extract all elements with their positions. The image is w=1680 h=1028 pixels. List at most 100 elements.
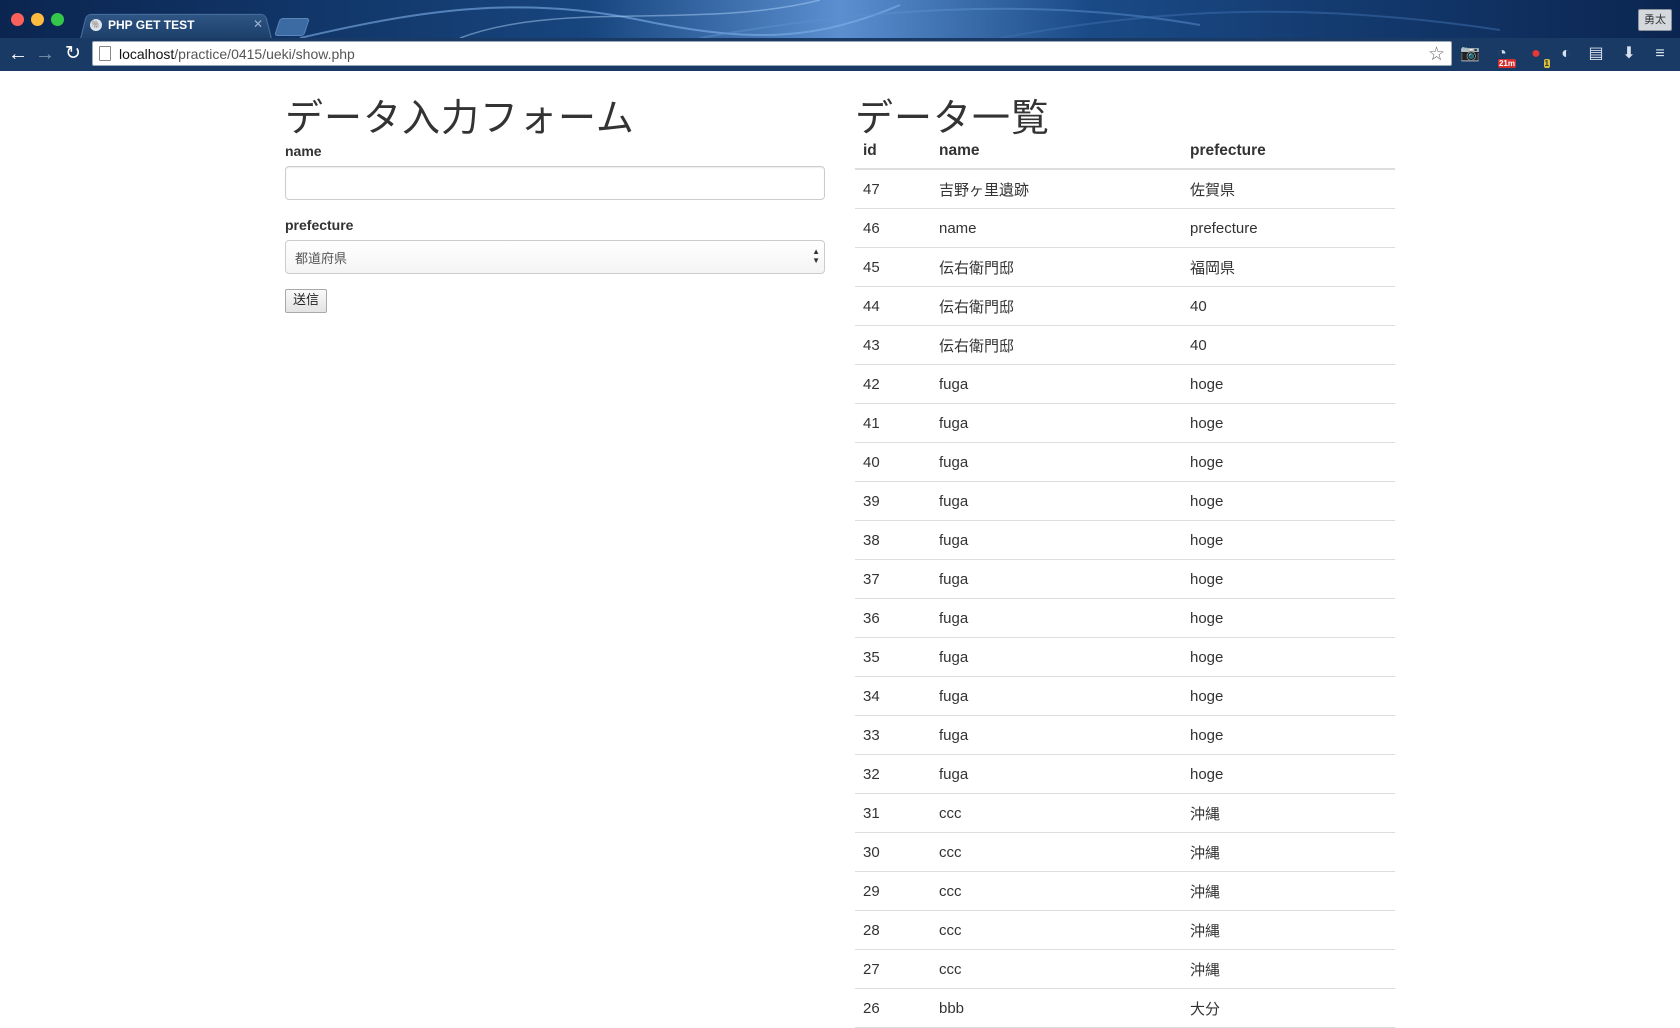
cell-prefecture: hoge [1182, 520, 1395, 560]
cell-prefecture: hoge [1182, 715, 1395, 755]
cell-name: ccc [931, 793, 1182, 833]
cell-name: fuga [931, 598, 1182, 638]
cell-id: 27 [855, 949, 931, 989]
maximize-window-button[interactable] [51, 13, 64, 26]
cell-name: fuga [931, 637, 1182, 677]
table-row: 28 ccc 沖縄 [855, 910, 1395, 950]
column-header-name: name [931, 134, 1182, 170]
cell-prefecture: hoge [1182, 637, 1395, 677]
cell-name: fuga [931, 715, 1182, 755]
cell-id: 36 [855, 598, 931, 638]
cell-name: ccc [931, 871, 1182, 911]
cell-prefecture: 福岡県 [1182, 247, 1395, 287]
minimize-window-button[interactable] [31, 13, 44, 26]
cell-prefecture: 40 [1182, 325, 1395, 365]
form-title: データ入力フォーム [285, 96, 635, 140]
cell-id: 46 [855, 208, 931, 248]
table-row: 32 fuga hoge [855, 754, 1395, 794]
cell-prefecture: 沖縄 [1182, 871, 1395, 911]
timer-badge: 21m [1497, 59, 1516, 68]
tab-strip: 🐘 PHP GET TEST ✕ 勇太 [0, 0, 1680, 40]
name-input[interactable] [285, 166, 825, 200]
menu-hamburger-icon[interactable]: ≡ [1650, 44, 1670, 64]
timer-extension-icon[interactable]: ◔ 21m [1492, 44, 1516, 68]
reader-extension-icon[interactable]: ▤ [1586, 44, 1606, 64]
compass-extension-icon[interactable]: ◐ [1556, 44, 1576, 64]
cell-prefecture: hoge [1182, 442, 1395, 482]
cell-prefecture: 沖縄 [1182, 793, 1395, 833]
table-row: 38 fuga hoge [855, 520, 1395, 560]
back-arrow-icon[interactable]: ← [6, 42, 30, 66]
cell-prefecture: hoge [1182, 676, 1395, 716]
cell-name: 伝右衛門邸 [931, 247, 1182, 287]
table-row: 45 伝右衛門邸 福岡県 [855, 247, 1395, 287]
prefecture-label: prefecture [285, 217, 354, 233]
address-bar[interactable]: localhost/practice/0415/ueki/show.php ☆ [92, 41, 1452, 66]
forward-arrow-icon[interactable]: → [33, 42, 57, 66]
close-window-button[interactable] [11, 13, 24, 26]
tab-label-group[interactable]: 🐘 PHP GET TEST [90, 15, 270, 35]
bookmark-star-icon[interactable]: ☆ [1428, 43, 1445, 66]
table-row: 46 name prefecture [855, 208, 1395, 248]
submit-button[interactable]: 送信 [285, 289, 328, 313]
colors-extension-icon[interactable]: ● 1 [1526, 44, 1550, 68]
cell-name: ccc [931, 949, 1182, 989]
reload-icon[interactable]: ↻ [61, 42, 85, 66]
cell-id: 45 [855, 247, 931, 287]
profile-button[interactable]: 勇太 [1638, 9, 1672, 31]
table-row: 41 fuga hoge [855, 403, 1395, 443]
cell-id: 28 [855, 910, 931, 950]
cell-id: 39 [855, 481, 931, 521]
cell-prefecture: 40 [1182, 286, 1395, 326]
data-table: id name prefecture 47 吉野ヶ里遺跡 佐賀県 46 name pref… [855, 134, 1395, 1028]
cell-name: fuga [931, 364, 1182, 404]
new-tab-button[interactable] [274, 18, 310, 36]
cell-name: ccc [931, 832, 1182, 872]
browser-chrome: 🐘 PHP GET TEST ✕ 勇太 ← → ↻ localhost/prac… [0, 0, 1680, 71]
select-arrows-icon: ▲ ▼ [812, 247, 820, 265]
cell-id: 47 [855, 169, 931, 209]
table-row: 34 fuga hoge [855, 676, 1395, 716]
cell-prefecture: 沖縄 [1182, 949, 1395, 989]
php-favicon-icon: 🐘 [90, 19, 102, 31]
camera-extension-icon[interactable]: 📷 [1460, 44, 1480, 64]
cell-name: 吉野ヶ里遺跡 [931, 169, 1182, 209]
table-row: 44 伝右衛門邸 40 [855, 286, 1395, 326]
url-path: /practice/0415/ueki/show.php [174, 46, 355, 62]
table-row: 35 fuga hoge [855, 637, 1395, 677]
cell-id: 41 [855, 403, 931, 443]
cell-name: fuga [931, 520, 1182, 560]
table-row: 37 fuga hoge [855, 559, 1395, 599]
cell-prefecture: 大分 [1182, 988, 1395, 1028]
cell-name: bbb [931, 988, 1182, 1028]
table-header-row: id name prefecture [855, 134, 1395, 170]
cell-prefecture: prefecture [1182, 208, 1395, 248]
cell-id: 38 [855, 520, 931, 560]
cell-name: name [931, 208, 1182, 248]
tab-title: PHP GET TEST [108, 18, 195, 32]
table-row: 33 fuga hoge [855, 715, 1395, 755]
url-text[interactable]: localhost/practice/0415/ueki/show.php [119, 46, 355, 62]
table-row: 47 吉野ヶ里遺跡 佐賀県 [855, 169, 1395, 209]
cell-name: fuga [931, 559, 1182, 599]
cell-id: 26 [855, 988, 931, 1028]
cell-id: 43 [855, 325, 931, 365]
cell-name: 伝右衛門邸 [931, 325, 1182, 365]
tab-close-icon[interactable]: ✕ [253, 17, 263, 31]
cell-prefecture: 佐賀県 [1182, 169, 1395, 209]
prefecture-select[interactable]: 都道府県 ▲ ▼ [285, 240, 825, 274]
cell-name: fuga [931, 754, 1182, 794]
cell-id: 31 [855, 793, 931, 833]
cell-prefecture: hoge [1182, 754, 1395, 794]
page-icon [99, 46, 111, 61]
colors-badge: 1 [1543, 59, 1550, 68]
cell-id: 29 [855, 871, 931, 911]
table-row: 26 bbb 大分 [855, 988, 1395, 1028]
download-extension-icon[interactable]: ⬇ [1619, 44, 1639, 64]
cell-prefecture: hoge [1182, 364, 1395, 404]
table-body: 47 吉野ヶ里遺跡 佐賀県 46 name prefecture 45 伝右衛門邸 福岡県 44 伝… [855, 169, 1395, 1028]
cell-id: 34 [855, 676, 931, 716]
column-header-prefecture: prefecture [1182, 134, 1395, 170]
prefecture-selected-value: 都道府県 [295, 252, 348, 267]
cell-id: 40 [855, 442, 931, 482]
